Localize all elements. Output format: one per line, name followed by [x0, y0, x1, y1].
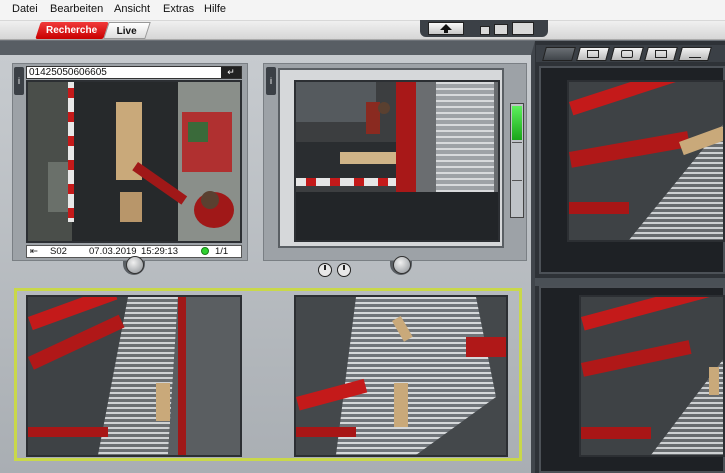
map-icon: [655, 50, 667, 58]
camera-2-image: [296, 82, 498, 240]
level-meter-segment: [512, 142, 522, 143]
camera-2-info-label: i: [270, 76, 272, 86]
view-tab-active[interactable]: [542, 47, 576, 61]
list-icon: [689, 50, 701, 58]
clock-partial-icon[interactable]: [337, 263, 351, 277]
camera-6-image: [581, 297, 723, 455]
menu-ansicht[interactable]: Ansicht: [114, 3, 150, 15]
list-tab[interactable]: [678, 47, 712, 61]
cube-icon: [621, 50, 633, 58]
camera-5-view[interactable]: [567, 80, 725, 242]
cube-tab[interactable]: [610, 47, 644, 61]
camera-3-image: [28, 297, 240, 455]
tab-live[interactable]: Live: [103, 22, 151, 39]
camera-1-image: [28, 82, 240, 241]
camera-1-status-indicator: [201, 247, 209, 255]
grid-icon: [587, 50, 599, 58]
camera-4-image: [296, 297, 506, 455]
menu-datei[interactable]: Datei: [12, 3, 38, 15]
camera-1-info-tab[interactable]: i: [14, 67, 24, 95]
layout-switcher: [420, 20, 548, 37]
right-column-divider: [535, 278, 725, 286]
layout-small-button[interactable]: [480, 26, 490, 35]
upload-arrow-icon: [440, 24, 452, 33]
camera-2-level-meter[interactable]: [510, 103, 524, 218]
camera-1-time: 15:29:13: [141, 246, 178, 257]
camera-1-page: 1/1: [215, 246, 229, 257]
menu-hilfe[interactable]: Hilfe: [204, 3, 226, 15]
camera-1-address-value: 01425050606605: [29, 67, 107, 78]
camera-4-view[interactable]: [294, 295, 508, 457]
camera-2-info-tab[interactable]: i: [266, 67, 276, 95]
tab-recherche-label: Recherche: [46, 25, 98, 36]
menu-extras[interactable]: Extras: [163, 3, 194, 15]
tab-live-label: Live: [116, 26, 137, 37]
clock-icon[interactable]: [318, 263, 332, 277]
enter-arrow-icon: ↵: [227, 67, 235, 77]
tab-recherche[interactable]: Recherche: [35, 22, 109, 39]
logout-icon[interactable]: ⇤: [30, 246, 38, 257]
camera-1-address-input[interactable]: 01425050606605: [26, 66, 242, 79]
level-meter-fill: [512, 106, 522, 140]
grid-tab[interactable]: [576, 47, 610, 61]
camera-1-view[interactable]: [26, 80, 242, 243]
enter-arrow-button[interactable]: ↵: [221, 67, 241, 78]
layout-medium-button[interactable]: [494, 24, 508, 35]
camera-1-channel: S02: [50, 246, 67, 257]
camera-1-date: 07.03.2019: [89, 246, 137, 257]
camera-1-info-label: i: [18, 76, 20, 86]
camera-5-image: [569, 82, 723, 240]
map-tab[interactable]: [644, 47, 678, 61]
menu-bar: Datei Bearbeiten Ansicht Extras Hilfe: [0, 0, 725, 21]
camera-3-view[interactable]: [26, 295, 242, 457]
camera-2-view[interactable]: [294, 80, 500, 242]
layout-large-button[interactable]: [512, 22, 534, 35]
upload-arrow-button[interactable]: [428, 22, 464, 35]
level-meter-segment: [512, 180, 522, 181]
camera-6-view[interactable]: [579, 295, 725, 457]
menu-bearbeiten[interactable]: Bearbeiten: [50, 3, 103, 15]
